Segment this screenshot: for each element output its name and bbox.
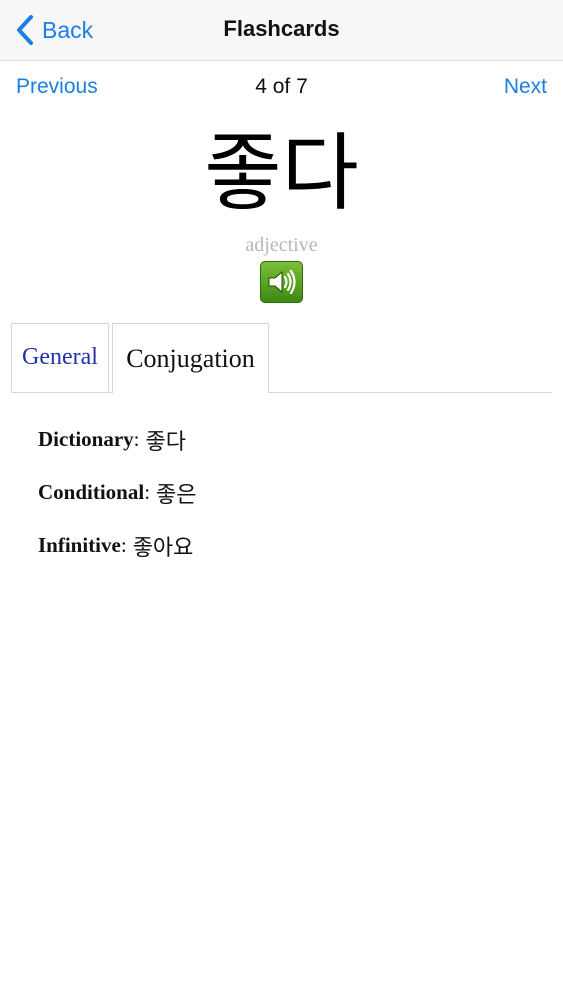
- card-position: 4 of 7: [255, 75, 308, 98]
- card-pager: Previous 4 of 7 Next: [0, 72, 563, 104]
- conjugation-label: Dictionary: [38, 427, 134, 451]
- conjugation-row-conditional: Conditional: 좋은: [38, 466, 197, 519]
- tab-baseline: [11, 392, 552, 393]
- tab-bar: General Conjugation: [11, 323, 552, 393]
- conjugation-separator: :: [144, 480, 151, 504]
- conjugation-value: 좋다: [145, 429, 186, 455]
- conjugation-list: Dictionary: 좋다 Conditional: 좋은 Infinitiv…: [38, 413, 197, 572]
- conjugation-value: 좋아요: [132, 535, 194, 561]
- conjugation-label: Conditional: [38, 480, 145, 504]
- page-title: Flashcards: [223, 16, 340, 41]
- conjugation-label: Infinitive: [38, 533, 121, 557]
- next-button[interactable]: Next: [504, 75, 547, 99]
- part-of-speech: adjective: [245, 234, 318, 256]
- conjugation-value: 좋은: [156, 482, 197, 508]
- play-audio-button[interactable]: [260, 261, 303, 303]
- tab-conjugation[interactable]: Conjugation: [112, 323, 269, 393]
- conjugation-separator: :: [133, 427, 140, 451]
- navigation-bar: Back Flashcards: [0, 0, 563, 61]
- conjugation-separator: :: [120, 533, 127, 557]
- tab-general[interactable]: General: [11, 323, 109, 391]
- flashcard-word: 좋다: [204, 124, 359, 222]
- speaker-icon: [268, 269, 296, 295]
- conjugation-row-dictionary: Dictionary: 좋다: [38, 413, 197, 466]
- conjugation-row-infinitive: Infinitive: 좋아요: [38, 519, 197, 572]
